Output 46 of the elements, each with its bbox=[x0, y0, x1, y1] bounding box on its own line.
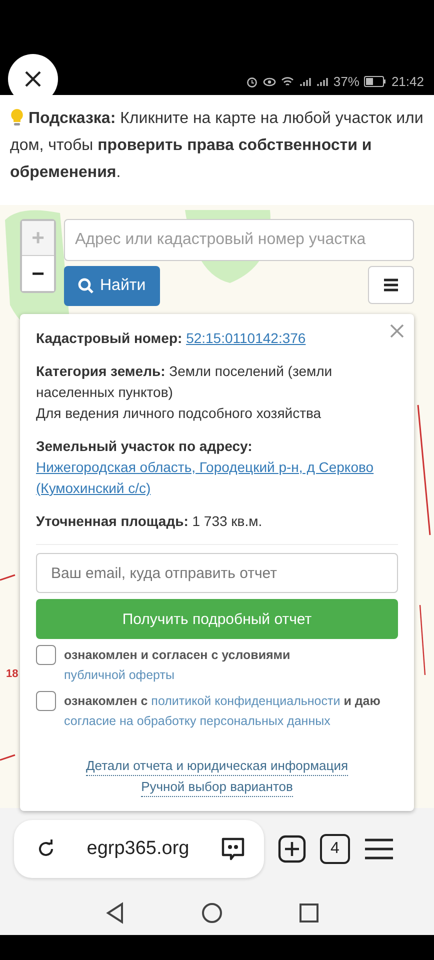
new-tab-icon[interactable] bbox=[278, 835, 306, 863]
battery-percent: 37% bbox=[333, 74, 360, 89]
address-link[interactable]: Нижегородская область, Городецкий р-н, д Серково (Кумохинский с/с) bbox=[36, 457, 398, 499]
area-text: Уточненная площадь: 1 733 кв.м. bbox=[36, 512, 264, 531]
agreement-text: ознакомлен с политикой конфиденциальности и даю согласие на обработку персональных данных bbox=[64, 693, 382, 730]
find-button[interactable]: Найти bbox=[64, 266, 160, 306]
report-button[interactable]: Получить подробный отчет bbox=[36, 599, 398, 639]
battery-icon bbox=[364, 76, 386, 87]
checkbox[interactable] bbox=[36, 645, 56, 665]
quote-bubble-icon[interactable] bbox=[220, 836, 246, 862]
recents-icon[interactable] bbox=[299, 902, 319, 922]
close-icon bbox=[390, 324, 404, 338]
close-icon bbox=[23, 69, 43, 89]
signal-icon bbox=[316, 76, 328, 88]
email-field[interactable]: Ваш email, куда отправить отчет bbox=[36, 553, 398, 593]
cadastral-number-link[interactable]: 52:15:0110142:376 bbox=[186, 330, 306, 346]
policy-link[interactable]: политикой конфиденциальности bbox=[151, 694, 340, 708]
clock-time: 21:42 bbox=[391, 74, 424, 89]
search-icon bbox=[78, 278, 94, 294]
land-category-text: Категория земель: Земли поселений (земли населенных пунктов) bbox=[36, 362, 334, 402]
map-label: 18 bbox=[6, 668, 18, 680]
address-bar[interactable]: egrp365.org bbox=[14, 820, 264, 878]
eye-icon bbox=[263, 76, 276, 88]
signal-icon bbox=[299, 76, 312, 88]
menu-icon bbox=[383, 278, 399, 292]
field-label: Земельный участок по адресу: bbox=[36, 438, 252, 454]
checkbox[interactable] bbox=[36, 691, 56, 711]
info-link[interactable]: Детали отчета и юридическая информация bbox=[86, 757, 348, 776]
agreement-text: ознакомлен и согласен с условиями публичной оферты bbox=[64, 647, 292, 684]
hint-text: Подсказка: Кликните на карте на любой участок или дом, чтобы проверить права собственности и обременения. bbox=[10, 107, 424, 183]
url-text: egrp365.org bbox=[86, 838, 190, 860]
info-link[interactable]: Ручной выбор вариантов bbox=[141, 778, 293, 797]
tab-count-button[interactable]: 4 bbox=[320, 834, 350, 864]
home-icon[interactable] bbox=[201, 902, 223, 924]
alarm-icon bbox=[246, 76, 258, 88]
menu-button[interactable] bbox=[368, 266, 414, 304]
land-usage-text: Для ведения личного подсобного хозяйства bbox=[36, 404, 322, 423]
field-label: Кадастровый номер: bbox=[36, 330, 182, 346]
wifi-icon bbox=[281, 76, 294, 88]
menu-icon[interactable] bbox=[364, 837, 394, 861]
policy-link[interactable]: согласие на обработку персональных данных bbox=[64, 714, 330, 728]
back-icon[interactable] bbox=[105, 902, 125, 924]
lightbulb-icon bbox=[10, 108, 24, 126]
policy-link[interactable]: публичной оферты bbox=[64, 668, 174, 682]
reload-icon[interactable] bbox=[36, 839, 56, 859]
search-field[interactable]: Адрес или кадастровый номер участка bbox=[64, 219, 414, 261]
